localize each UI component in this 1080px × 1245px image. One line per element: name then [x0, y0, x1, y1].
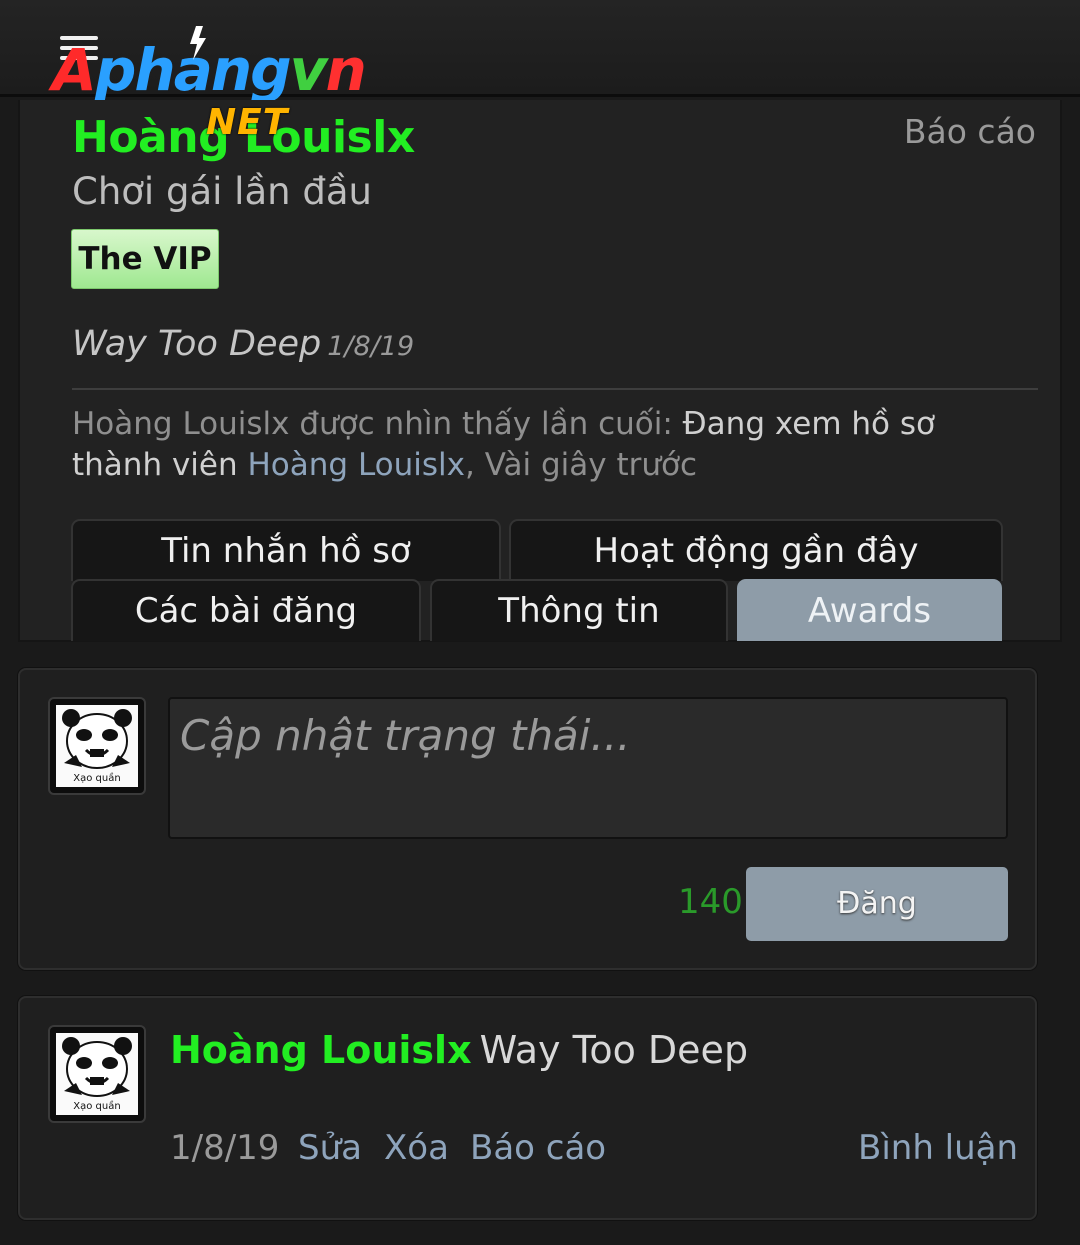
- report-link[interactable]: Báo cáo: [904, 112, 1036, 151]
- tab-information[interactable]: Thông tin: [430, 579, 728, 641]
- tab-profile-messages[interactable]: Tin nhắn hồ sơ: [71, 519, 501, 581]
- panda-meme-icon: Xạo quần: [62, 709, 132, 784]
- last-seen-member-link[interactable]: Hoàng Louislx: [248, 447, 466, 483]
- report-link[interactable]: Báo cáo: [470, 1128, 606, 1168]
- tab-awards[interactable]: Awards: [737, 579, 1002, 641]
- tab-recent-activity[interactable]: Hoạt động gần đây: [509, 519, 1003, 581]
- profile-status: Way Too Deep 1/8/19: [72, 324, 414, 364]
- char-counter: 140: [678, 882, 743, 922]
- top-bar: Aphangvn: [0, 0, 1080, 100]
- site-logo-suffix: NET: [206, 102, 289, 143]
- post-author-link[interactable]: Hoàng Louislx: [170, 1028, 472, 1072]
- edit-link[interactable]: Sửa: [298, 1128, 362, 1168]
- avatar-caption: Xạo quần: [73, 772, 120, 784]
- tab-postings[interactable]: Các bài đăng: [71, 579, 421, 641]
- last-seen-info: Hoàng Louislx được nhìn thấy lần cuối: Đ…: [72, 404, 1032, 486]
- status-text: Way Too Deep: [72, 324, 322, 364]
- last-seen-time: , Vài giây trước: [465, 447, 698, 483]
- last-seen-prefix: Hoàng Louislx được nhìn thấy lần cuối:: [72, 406, 673, 442]
- user-title: Chơi gái lần đầu: [72, 170, 372, 213]
- post-date[interactable]: 1/8/19: [170, 1128, 279, 1168]
- post-message: Way Too Deep: [479, 1028, 749, 1072]
- post-button[interactable]: Đăng: [746, 867, 1008, 941]
- delete-link[interactable]: Xóa: [384, 1128, 449, 1168]
- post-header: Hoàng Louislx Way Too Deep: [170, 1028, 748, 1072]
- vip-badge: The VIP: [71, 229, 219, 289]
- avatar[interactable]: Xạo quần: [48, 1025, 146, 1123]
- status-update-input[interactable]: [168, 697, 1008, 839]
- avatar-caption: Xạo quần: [73, 1100, 120, 1112]
- lightning-bolt-icon: [190, 26, 206, 60]
- status-date[interactable]: 1/8/19: [327, 331, 414, 362]
- panda-meme-icon: Xạo quần: [62, 1037, 132, 1112]
- avatar[interactable]: Xạo quần: [48, 697, 146, 795]
- divider: [72, 388, 1038, 390]
- comment-link[interactable]: Bình luận: [858, 1128, 1018, 1168]
